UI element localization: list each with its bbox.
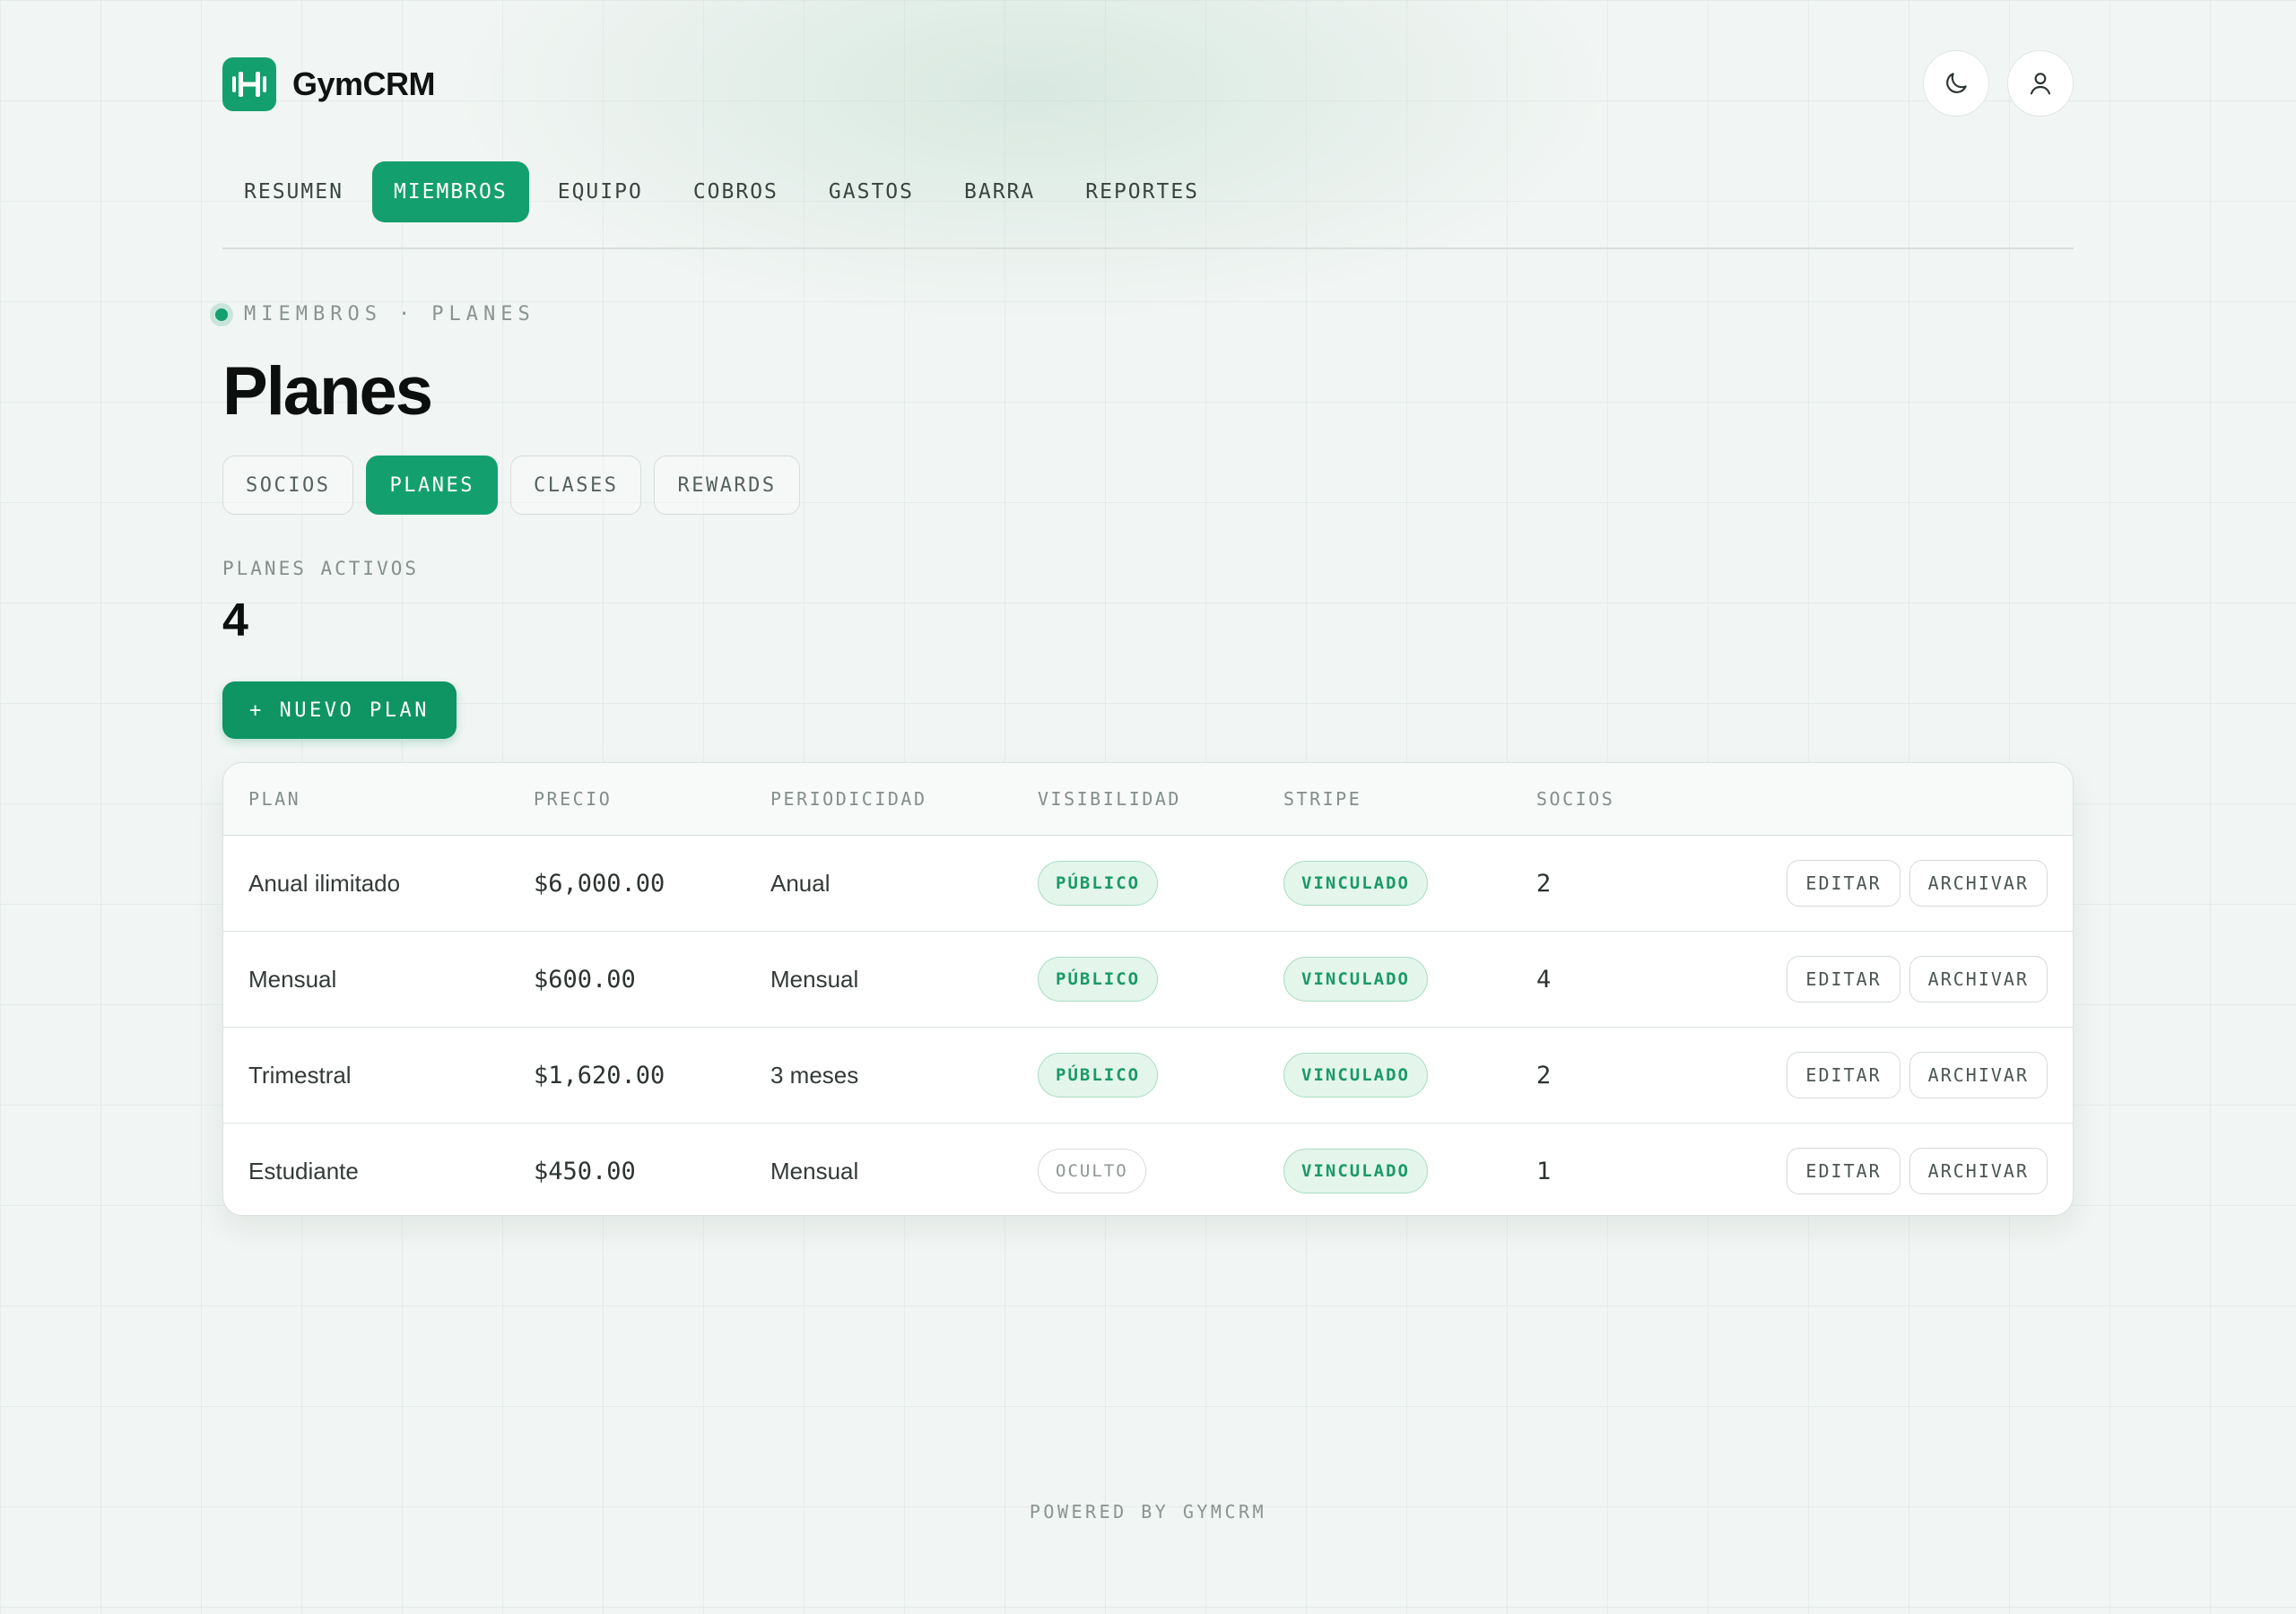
plan-name: Trimestral	[248, 1061, 352, 1089]
col-header-plan: PLAN	[248, 788, 301, 810]
table-row: Estudiante $450.00 Mensual OCULTO VINCUL…	[223, 1124, 2073, 1215]
archive-button[interactable]: ARCHIVAR	[1909, 1148, 2048, 1194]
archive-button[interactable]: ARCHIVAR	[1909, 860, 2048, 907]
plan-periodicity: 3 meses	[770, 1061, 859, 1089]
col-header-visibility: VISIBILIDAD	[1038, 788, 1181, 810]
theme-toggle-button[interactable]	[1923, 50, 1989, 117]
edit-button[interactable]: EDITAR	[1787, 956, 1900, 1002]
plan-price: $1,620.00	[534, 1061, 665, 1089]
row-actions: EDITAR ARCHIVAR	[1787, 932, 2048, 1027]
col-header-members: SOCIOS	[1536, 788, 1615, 810]
breadcrumb: MIEMBROS · PLANES	[215, 303, 535, 325]
dumbbell-icon	[222, 57, 276, 111]
plan-name: Mensual	[248, 965, 337, 993]
table-row: Trimestral $1,620.00 3 meses PÚBLICO VIN…	[223, 1028, 2073, 1124]
col-header-periodicity: PERIODICIDAD	[770, 788, 927, 810]
visibility-badge: OCULTO	[1038, 1149, 1146, 1193]
nav-tab-miembros[interactable]: MIEMBROS	[371, 161, 529, 222]
stripe-badge: VINCULADO	[1283, 1053, 1428, 1098]
moon-icon	[1946, 73, 1967, 93]
footer-text: POWERED BY GYMCRM	[1029, 1501, 1267, 1523]
tab-planes[interactable]: PLANES	[366, 456, 498, 515]
header-actions	[1923, 50, 2074, 117]
tab-socios[interactable]: SOCIOS	[222, 456, 354, 515]
main-nav: RESUMEN MIEMBROS EQUIPO COBROS GASTOS BA…	[222, 161, 1221, 222]
page-title: Planes	[222, 353, 433, 430]
plan-periodicity: Mensual	[770, 965, 859, 993]
plan-members-count: 2	[1536, 869, 1552, 898]
nav-tab-resumen[interactable]: RESUMEN	[222, 161, 365, 222]
nav-tab-barra[interactable]: BARRA	[943, 161, 1057, 222]
table-row: Mensual $600.00 Mensual PÚBLICO VINCULAD…	[223, 932, 2073, 1028]
archive-button[interactable]: ARCHIVAR	[1909, 1052, 2048, 1098]
visibility-badge: PÚBLICO	[1038, 1053, 1159, 1098]
archive-button[interactable]: ARCHIVAR	[1909, 956, 2048, 1002]
breadcrumb-separator: ·	[397, 303, 416, 325]
col-header-price: PRECIO	[534, 788, 613, 810]
active-plans-label: PLANES ACTIVOS	[222, 558, 420, 579]
nav-tab-equipo[interactable]: EQUIPO	[536, 161, 665, 222]
table-header: PLAN PRECIO PERIODICIDAD VISIBILIDAD STR…	[223, 763, 2073, 836]
stripe-badge: VINCULADO	[1283, 861, 1428, 906]
status-dot	[215, 308, 228, 321]
tab-clases[interactable]: CLASES	[509, 456, 642, 515]
plan-name: Estudiante	[248, 1157, 359, 1184]
nav-divider	[222, 247, 2074, 249]
plan-name: Anual ilimitado	[248, 869, 401, 897]
sub-tabs: SOCIOS PLANES CLASES REWARDS	[222, 456, 800, 515]
breadcrumb-section[interactable]: MIEMBROS	[244, 303, 382, 325]
plan-members-count: 2	[1536, 1061, 1552, 1089]
breadcrumb-text: MIEMBROS · PLANES	[244, 303, 535, 325]
row-actions: EDITAR ARCHIVAR	[1787, 1028, 2048, 1123]
stripe-badge: VINCULADO	[1283, 1149, 1428, 1193]
plan-price: $600.00	[534, 965, 636, 994]
row-actions: EDITAR ARCHIVAR	[1787, 836, 2048, 931]
visibility-badge: PÚBLICO	[1038, 861, 1159, 906]
new-plan-button[interactable]: + NUEVO PLAN	[222, 681, 457, 739]
table-row: Anual ilimitado $6,000.00 Anual PÚBLICO …	[223, 836, 2073, 932]
stripe-badge: VINCULADO	[1283, 957, 1428, 1002]
edit-button[interactable]: EDITAR	[1787, 1052, 1900, 1098]
user-icon	[2030, 73, 2051, 95]
plan-price: $6,000.00	[534, 869, 665, 898]
app-name: GymCRM	[292, 65, 436, 102]
col-header-stripe: STRIPE	[1283, 788, 1362, 810]
profile-button[interactable]	[2007, 50, 2074, 117]
nav-tab-reportes[interactable]: REPORTES	[1064, 161, 1221, 222]
plan-members-count: 1	[1536, 1157, 1552, 1185]
visibility-badge: PÚBLICO	[1038, 957, 1159, 1002]
tab-rewards[interactable]: REWARDS	[654, 456, 800, 515]
plan-periodicity: Anual	[770, 869, 831, 897]
page-container: GymCRM RESUMEN MIEMBROS EQUIPO COBROS GA…	[215, 0, 2074, 1614]
app-logo[interactable]: GymCRM	[222, 57, 436, 111]
plan-periodicity: Mensual	[770, 1157, 859, 1184]
row-actions: EDITAR ARCHIVAR	[1787, 1124, 2048, 1215]
breadcrumb-page: PLANES	[431, 303, 535, 325]
edit-button[interactable]: EDITAR	[1787, 1148, 1900, 1194]
plan-members-count: 4	[1536, 965, 1552, 994]
plan-price: $450.00	[534, 1157, 636, 1185]
nav-tab-gastos[interactable]: GASTOS	[807, 161, 935, 222]
edit-button[interactable]: EDITAR	[1787, 860, 1900, 907]
nav-tab-cobros[interactable]: COBROS	[672, 161, 800, 222]
plans-table: PLAN PRECIO PERIODICIDAD VISIBILIDAD STR…	[222, 762, 2074, 1216]
active-plans-count: 4	[222, 594, 248, 646]
